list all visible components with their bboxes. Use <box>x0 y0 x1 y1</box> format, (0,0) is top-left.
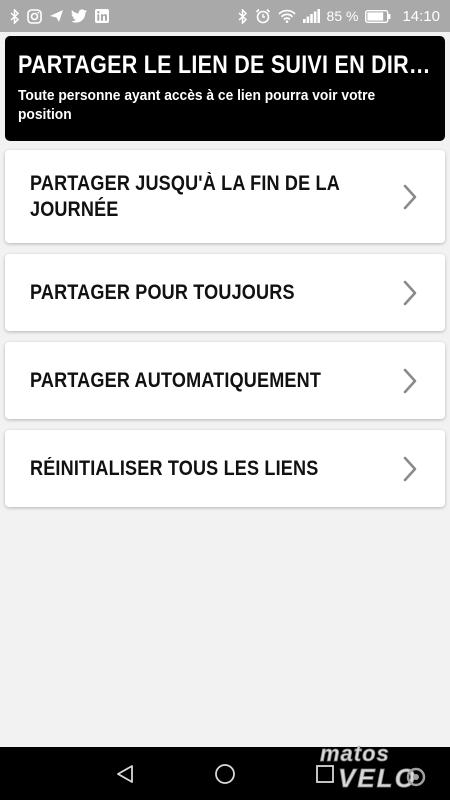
share-until-end-of-day-button[interactable]: PARTAGER JUSQU'À LA FIN DE LA JOURNÉE <box>5 150 445 243</box>
bluetooth-icon <box>10 8 20 24</box>
home-icon[interactable] <box>211 761 239 787</box>
share-forever-button[interactable]: PARTAGER POUR TOUJOURS <box>5 254 445 331</box>
signal-icon <box>302 9 320 23</box>
page-subtitle: Toute personne ayant accès à ce lien pou… <box>18 87 376 123</box>
back-icon[interactable] <box>111 761 139 787</box>
recents-icon[interactable] <box>311 761 339 787</box>
share-automatically-button[interactable]: PARTAGER AUTOMATIQUEMENT <box>5 342 445 419</box>
share-link-header: PARTAGER LE LIEN DE SUIVI EN DIR… Toute … <box>5 36 445 141</box>
instagram-icon <box>27 8 42 24</box>
wifi-icon <box>277 9 296 23</box>
page-title: PARTAGER LE LIEN DE SUIVI EN DIR… <box>18 51 431 79</box>
battery-percent: 85 % <box>326 8 359 24</box>
option-label: PARTAGER JUSQU'À LA FIN DE LA JOURNÉE <box>30 171 340 221</box>
linkedin-icon <box>95 9 109 23</box>
alarm-icon <box>255 8 271 24</box>
twitter-icon <box>71 9 88 23</box>
chevron-right-icon <box>403 280 417 306</box>
option-label: RÉINITIALISER TOUS LES LIENS <box>30 456 319 480</box>
status-time: 14:10 <box>402 7 440 25</box>
bluetooth-icon <box>238 8 248 24</box>
option-label: PARTAGER POUR TOUJOURS <box>30 280 295 304</box>
send-icon <box>49 9 64 23</box>
reset-all-links-button[interactable]: RÉINITIALISER TOUS LES LIENS <box>5 430 445 507</box>
status-bar: 85 % 14:10 <box>0 0 450 32</box>
navigation-bar <box>0 747 450 800</box>
chevron-right-icon <box>403 368 417 394</box>
notification-icons <box>10 8 109 24</box>
system-status: 85 % 14:10 <box>238 8 440 25</box>
chevron-right-icon <box>403 184 417 210</box>
option-label: PARTAGER AUTOMATIQUEMENT <box>30 368 322 392</box>
chevron-right-icon <box>403 456 417 482</box>
battery-icon <box>365 9 391 23</box>
